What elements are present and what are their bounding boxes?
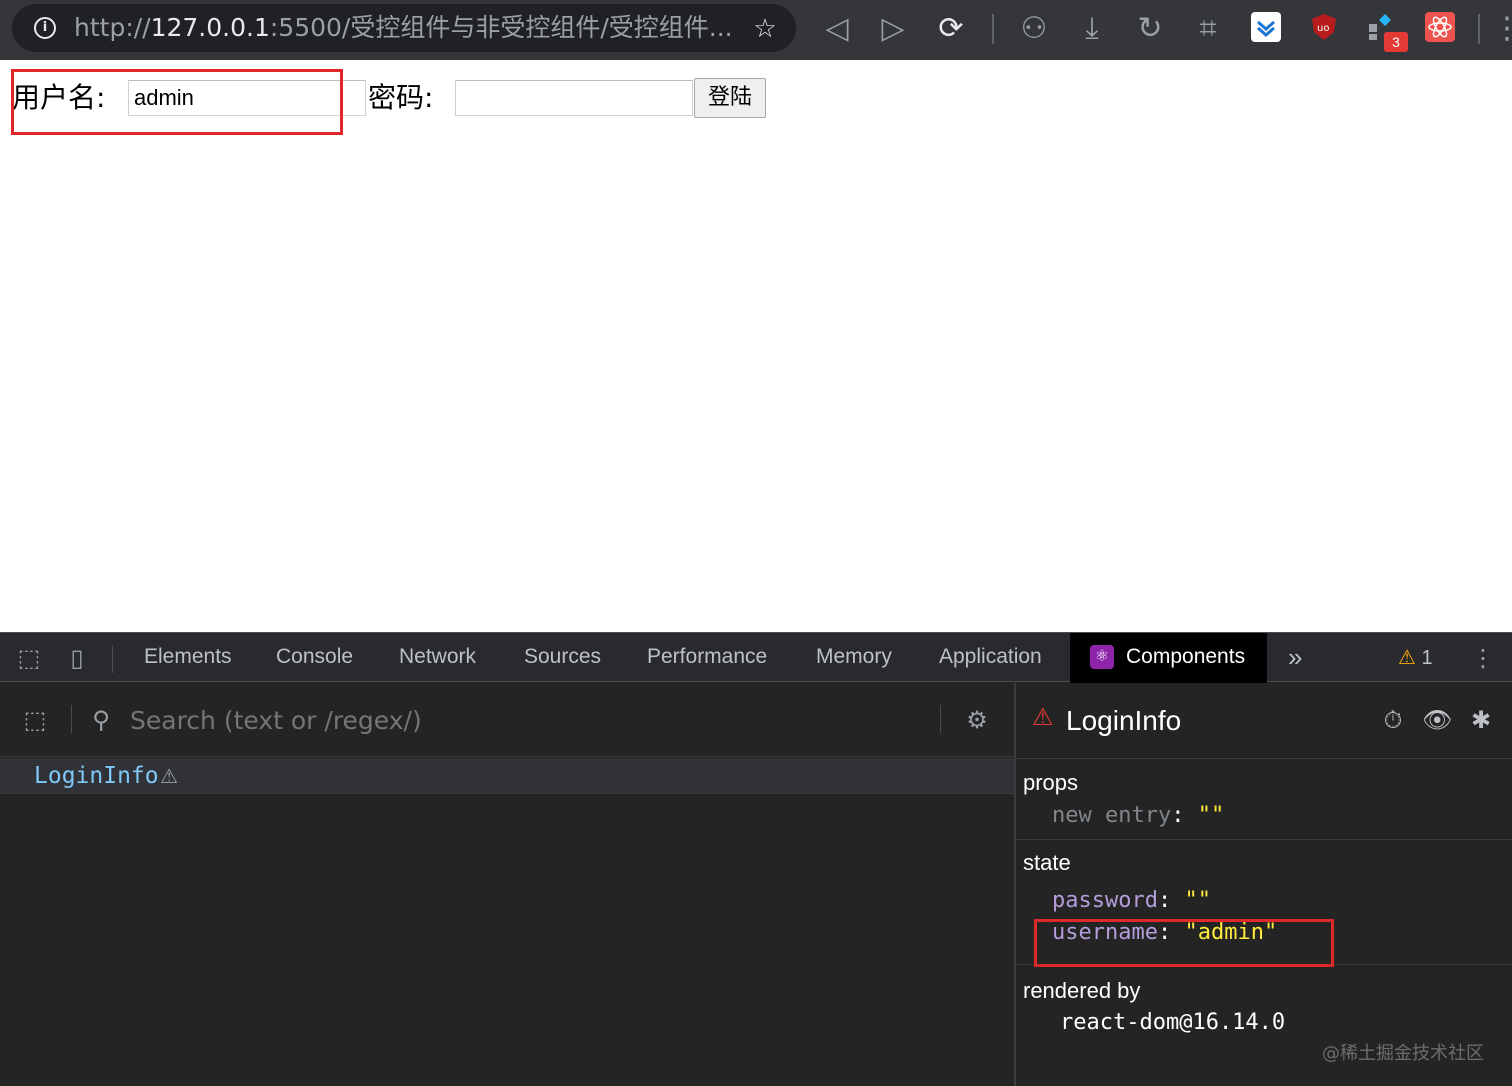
react-devtools-extension-icon[interactable] <box>1425 12 1455 42</box>
toolbar-divider-2 <box>1478 14 1480 44</box>
devtools-menu-icon[interactable]: ⋮ <box>1468 643 1498 673</box>
eye-icon[interactable]: 👁 <box>1422 705 1452 735</box>
bookmark-star-icon[interactable]: ☆ <box>750 13 780 43</box>
tab-components[interactable]: ⚛ Components <box>1070 633 1268 683</box>
inspector-header: ⚠ LoginInfo ⏱ 👁 ✱ <box>1016 683 1512 759</box>
undo-icon[interactable]: ↻ <box>1131 10 1169 48</box>
props-section: props new entry: "" <box>1016 760 1512 840</box>
component-inspector: ⚠ LoginInfo ⏱ 👁 ✱ props new entry: "" st… <box>1016 683 1512 1086</box>
password-input[interactable] <box>455 80 693 116</box>
browser-toolbar: i http://127.0.0.1:5500/受控组件与非受控组件/受控组件.… <box>0 0 1512 60</box>
forward-icon[interactable]: ▷ <box>874 10 912 48</box>
download-icon[interactable]: ⤓ <box>1073 10 1111 48</box>
inspector-component-name: LoginInfo <box>1066 705 1182 736</box>
address-bar[interactable]: i http://127.0.0.1:5500/受控组件与非受控组件/受控组件.… <box>12 4 796 52</box>
tab-application[interactable]: Application <box>939 633 1042 683</box>
device-toolbar-icon[interactable]: ▯ <box>62 643 92 673</box>
settings-divider <box>940 705 941 733</box>
warning-icon: ⚠ <box>1398 647 1416 669</box>
search-divider <box>71 705 72 733</box>
tab-performance[interactable]: Performance <box>647 633 767 683</box>
bug-icon[interactable]: ✱ <box>1466 705 1496 735</box>
devtools-panel: ⬚ ▯ Elements Console Network Sources Per… <box>0 632 1512 1086</box>
state-username-highlight-box <box>1034 919 1334 967</box>
login-button[interactable]: 登陆 <box>694 78 766 118</box>
prop-new-entry[interactable]: new entry: "" <box>1052 802 1224 830</box>
component-tree-pane: ⬚ ⚲ ⚙ LoginInfo ⚠ <box>0 683 1014 1086</box>
warning-counter[interactable]: ⚠ 1 <box>1398 645 1433 670</box>
rendered-by-text: react-dom@16.14.0 <box>1060 1010 1286 1035</box>
prop-key: new entry <box>1052 803 1172 828</box>
profile-icon[interactable]: ⚇ <box>1015 10 1053 48</box>
component-search-bar: ⬚ ⚲ ⚙ <box>0 683 1014 757</box>
password-label: 密码: <box>368 81 434 114</box>
state-key: password <box>1052 888 1158 913</box>
page-viewport: 用户名: admin 密码: 登陆 <box>0 60 1512 632</box>
tab-components-label: Components <box>1126 645 1246 668</box>
devtools-divider <box>112 645 113 673</box>
search-icon: ⚲ <box>92 706 110 734</box>
pocket-extension-icon[interactable] <box>1251 12 1281 42</box>
crop-icon[interactable]: ⌗ <box>1189 10 1227 48</box>
username-highlight-box <box>11 69 343 135</box>
extension-badge: 3 <box>1384 32 1408 52</box>
inspector-warning-icon: ⚠ <box>1032 703 1054 731</box>
inspect-element-icon[interactable]: ⬚ <box>14 643 44 673</box>
state-title: state <box>1023 850 1071 875</box>
settings-gear-icon[interactable]: ⚙ <box>962 705 992 735</box>
component-search-input[interactable] <box>130 705 920 737</box>
tree-row[interactable]: LoginInfo ⚠ <box>0 758 1014 794</box>
tab-console[interactable]: Console <box>276 633 353 683</box>
react-logo-icon: ⚛ <box>1090 645 1114 669</box>
props-title: props <box>1023 770 1079 795</box>
tab-memory[interactable]: Memory <box>816 633 892 683</box>
toolbar-divider <box>992 14 994 44</box>
site-info-icon[interactable]: i <box>34 17 56 39</box>
tab-elements[interactable]: Elements <box>144 633 232 683</box>
reload-icon[interactable]: ⟳ <box>932 10 970 48</box>
select-component-icon[interactable]: ⬚ <box>20 705 50 735</box>
tree-warning-icon: ⚠ <box>160 764 178 788</box>
url-text[interactable]: http://127.0.0.1:5500/受控组件与非受控组件/受控组件...… <box>74 14 734 42</box>
devtools-tab-bar: ⬚ ▯ Elements Console Network Sources Per… <box>0 632 1512 683</box>
ublock-extension-icon[interactable]: uo <box>1309 12 1339 42</box>
tab-sources[interactable]: Sources <box>524 633 601 683</box>
svg-text:uo: uo <box>1317 23 1329 34</box>
tab-network[interactable]: Network <box>399 633 476 683</box>
warning-count-value: 1 <box>1421 647 1433 669</box>
more-tabs-button[interactable]: » <box>1288 633 1302 683</box>
tree-component-name: LoginInfo <box>34 763 159 789</box>
browser-menu-icon[interactable]: ⋮ <box>1492 10 1512 48</box>
state-password[interactable]: password: "" <box>1052 887 1211 915</box>
stopwatch-icon[interactable]: ⏱ <box>1378 705 1408 735</box>
rendered-by-value: react-dom@16.14.0 <box>1060 1009 1285 1037</box>
back-icon[interactable]: ◁ <box>818 10 856 48</box>
prop-value: "" <box>1197 803 1225 828</box>
watermark: @稀土掘金技术社区 <box>1322 1043 1484 1064</box>
state-value: "" <box>1184 888 1211 913</box>
rendered-by-title: rendered by <box>1023 978 1141 1003</box>
